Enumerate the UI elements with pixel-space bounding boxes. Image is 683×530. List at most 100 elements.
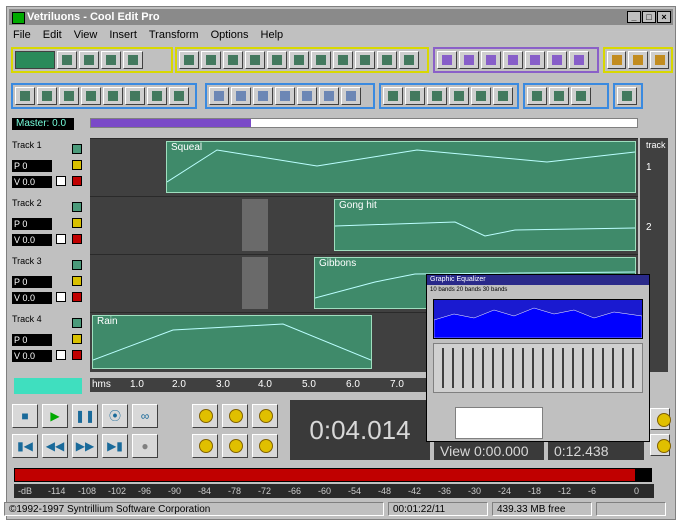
tool-1-button[interactable]	[15, 87, 35, 105]
pause-button[interactable]: ❚❚	[72, 404, 98, 428]
track-solo-button[interactable]	[72, 276, 82, 286]
paste-button[interactable]	[289, 51, 309, 69]
zoom-right-icon[interactable]	[222, 434, 248, 458]
go-to-end-button[interactable]: ▶▮	[102, 434, 128, 458]
vertical-zoom-in-icon[interactable]	[650, 408, 671, 430]
track-volume[interactable]: V 0.0	[12, 350, 52, 362]
menu-view[interactable]: View	[74, 27, 98, 43]
track-solo-button[interactable]	[72, 160, 82, 170]
menu-transform[interactable]: Transform	[149, 27, 199, 43]
insert-button[interactable]	[355, 51, 375, 69]
effect-4-button[interactable]	[503, 51, 523, 69]
save-file-button[interactable]	[101, 51, 121, 69]
edit-tool-button[interactable]	[223, 51, 243, 69]
zoom-out-icon[interactable]	[222, 404, 248, 428]
play-to-end-button[interactable]: ⦿	[102, 404, 128, 428]
zoom-left-icon[interactable]	[192, 434, 218, 458]
view-4-button[interactable]	[449, 87, 469, 105]
dialog-tabs[interactable]: 10 bands 20 bands 30 bands	[427, 285, 649, 295]
tool-7-button[interactable]	[147, 87, 167, 105]
graphic-equalizer-dialog[interactable]: Graphic Equalizer 10 bands 20 bands 30 b…	[426, 274, 650, 442]
zoom-full-icon[interactable]	[252, 404, 278, 428]
track-wave-button[interactable]	[72, 318, 82, 328]
tool-3-button[interactable]	[59, 87, 79, 105]
track-volume[interactable]: V 0.0	[12, 176, 52, 188]
context-button[interactable]	[607, 51, 627, 69]
track-name[interactable]: Track 2	[12, 198, 42, 208]
track-name[interactable]: Track 1	[12, 140, 42, 150]
track-pan[interactable]: P 0	[12, 218, 52, 230]
phone-button[interactable]	[399, 51, 419, 69]
track-record-button[interactable]	[72, 350, 82, 360]
track-solo-button[interactable]	[72, 334, 82, 344]
master-volume[interactable]: Master: 0.0	[12, 118, 74, 130]
track-lane-1[interactable]: Squeal	[90, 138, 638, 194]
transform-1-button[interactable]	[209, 87, 229, 105]
rewind-button[interactable]: ◀◀	[42, 434, 68, 458]
mix-paste-button[interactable]	[311, 51, 331, 69]
trim-button[interactable]	[333, 51, 353, 69]
menu-file[interactable]: File	[13, 27, 31, 43]
effect-1-button[interactable]	[437, 51, 457, 69]
track-lock-button[interactable]	[56, 292, 66, 302]
open-file-button[interactable]	[79, 51, 99, 69]
copy-button[interactable]	[267, 51, 287, 69]
misc-button[interactable]	[617, 87, 637, 105]
track-solo-button[interactable]	[72, 218, 82, 228]
eq-sliders[interactable]	[433, 343, 643, 393]
clip-track-2[interactable]: Gong hit	[334, 199, 636, 251]
cut-button[interactable]	[245, 51, 265, 69]
record-button[interactable]: ●	[132, 434, 158, 458]
track-volume[interactable]: V 0.0	[12, 234, 52, 246]
help-button[interactable]	[649, 51, 669, 69]
overview-view-range[interactable]	[91, 119, 251, 127]
waveform-view-button[interactable]	[15, 51, 55, 69]
tool-4-button[interactable]	[81, 87, 101, 105]
track-lock-button[interactable]	[56, 176, 66, 186]
play-button[interactable]: ▶	[42, 404, 68, 428]
track-lock-button[interactable]	[56, 234, 66, 244]
effect-6-button[interactable]	[547, 51, 567, 69]
zoom-selection-icon[interactable]	[252, 434, 278, 458]
view-3-button[interactable]	[427, 87, 447, 105]
settings-button[interactable]	[628, 51, 648, 69]
view-1-button[interactable]	[383, 87, 403, 105]
track-wave-button[interactable]	[72, 202, 82, 212]
properties-button[interactable]	[123, 51, 143, 69]
mixdown-button[interactable]	[377, 51, 397, 69]
transform-3-button[interactable]	[253, 87, 273, 105]
loop-button[interactable]: ∞	[132, 404, 158, 428]
effect-2-button[interactable]	[459, 51, 479, 69]
tool-6-button[interactable]	[125, 87, 145, 105]
effect-3-button[interactable]	[481, 51, 501, 69]
session-overview-bar[interactable]	[90, 118, 638, 128]
clip-track-4[interactable]: Rain	[92, 315, 372, 369]
menu-insert[interactable]: Insert	[109, 27, 137, 43]
analysis-3-button[interactable]	[571, 87, 591, 105]
maximize-button[interactable]: □	[642, 11, 656, 23]
transform-4-button[interactable]	[275, 87, 295, 105]
track-name[interactable]: Track 4	[12, 314, 42, 324]
undo-button[interactable]	[179, 51, 199, 69]
stop-button[interactable]: ■	[12, 404, 38, 428]
effect-5-button[interactable]	[525, 51, 545, 69]
transform-5-button[interactable]	[297, 87, 317, 105]
vertical-zoom-out-icon[interactable]	[650, 434, 671, 456]
analysis-2-button[interactable]	[549, 87, 569, 105]
track-record-button[interactable]	[72, 176, 82, 186]
track-name[interactable]: Track 3	[12, 256, 42, 266]
effect-7-button[interactable]	[569, 51, 589, 69]
track-lock-button[interactable]	[56, 350, 66, 360]
track-pan[interactable]: P 0	[12, 276, 52, 288]
view-5-button[interactable]	[471, 87, 491, 105]
new-file-button[interactable]	[57, 51, 77, 69]
redo-button[interactable]	[201, 51, 221, 69]
track-wave-button[interactable]	[72, 144, 82, 154]
track-pan[interactable]: P 0	[12, 334, 52, 346]
minimize-button[interactable]: _	[627, 11, 641, 23]
app-icon[interactable]	[12, 12, 25, 24]
tool-5-button[interactable]	[103, 87, 123, 105]
menu-help[interactable]: Help	[261, 27, 284, 43]
menu-options[interactable]: Options	[211, 27, 249, 43]
track-wave-button[interactable]	[72, 260, 82, 270]
